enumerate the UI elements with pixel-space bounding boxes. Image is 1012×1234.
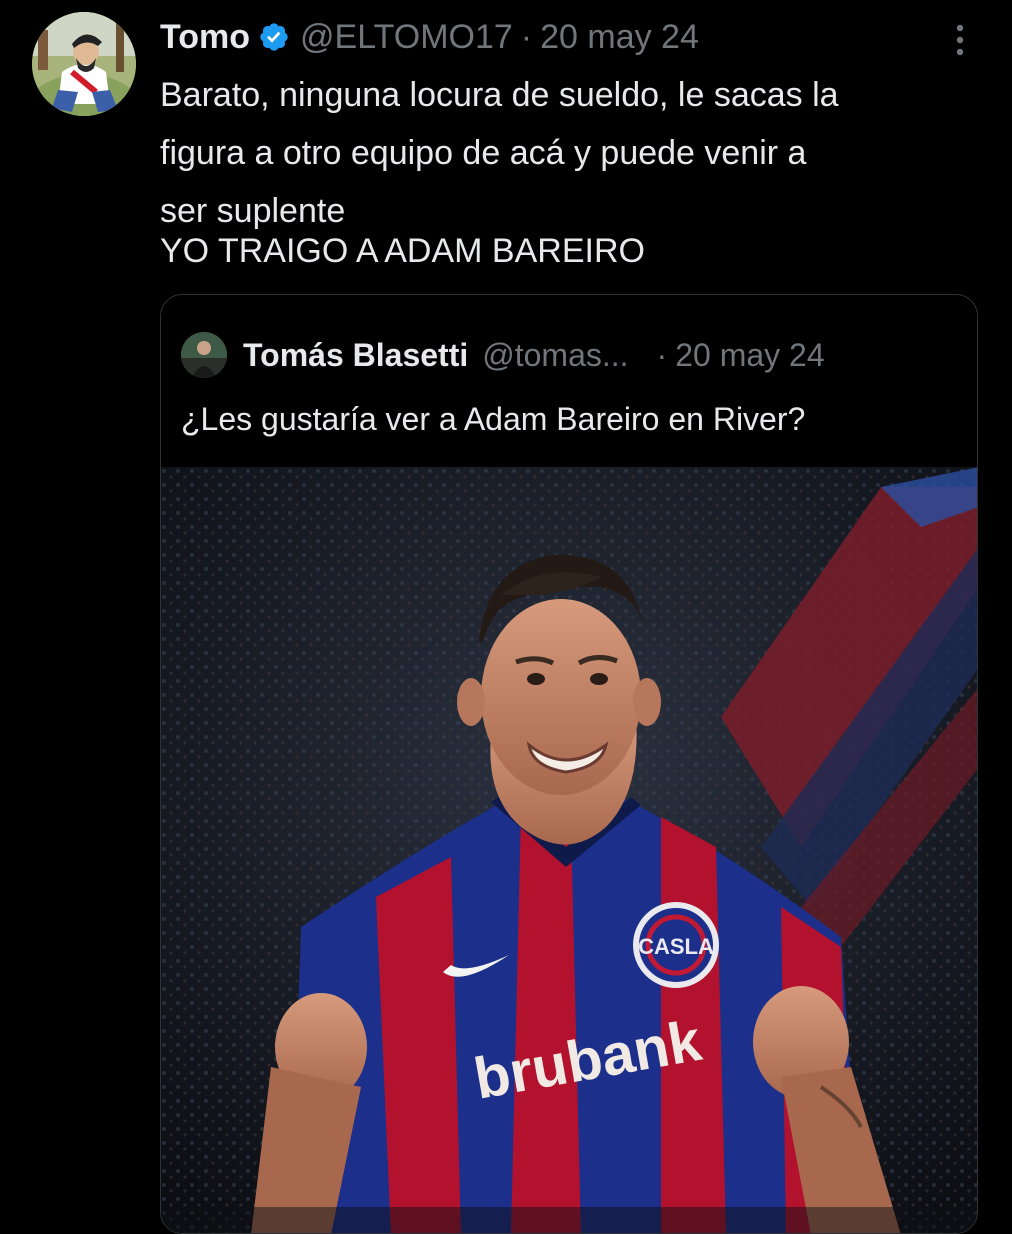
tweet-header: Tomo @ELTOMO17 · 20 may 24 <box>160 14 699 60</box>
quoted-tweet-photo[interactable]: CASLA brubank <box>161 467 977 1233</box>
quoted-tweet-text: ¿Les gustaría ver a Adam Bareiro en Rive… <box>181 401 806 437</box>
quoted-author-avatar[interactable] <box>181 332 227 378</box>
separator-dot: · <box>520 17 533 56</box>
quoted-tweet-header: Tomás Blasetti @tomas... · 20 may 24 <box>181 331 825 379</box>
quoted-tweet[interactable]: Tomás Blasetti @tomas... · 20 may 24 ¿Le… <box>160 294 978 1234</box>
author-avatar[interactable] <box>32 12 136 116</box>
author-name[interactable]: Tomo <box>160 18 250 57</box>
tweet[interactable]: Tomo @ELTOMO17 · 20 may 24 Barato, ningu… <box>0 0 1012 1234</box>
tweet-date[interactable]: 20 may 24 <box>540 18 699 57</box>
quoted-author-name[interactable]: Tomás Blasetti <box>243 337 468 374</box>
verified-badge-icon <box>260 23 288 51</box>
quoted-tweet-date[interactable]: 20 may 24 <box>675 337 824 374</box>
more-options-icon[interactable] <box>946 22 974 58</box>
svg-text:CASLA: CASLA <box>638 934 714 959</box>
author-handle[interactable]: @ELTOMO17 <box>300 18 513 57</box>
quoted-separator-dot: · <box>656 336 668 373</box>
tweet-text-last-line: YO TRAIGO A ADAM BAREIRO <box>160 232 645 270</box>
quoted-author-handle[interactable]: @tomas... <box>482 337 628 374</box>
tweet-text: Barato, ninguna locura de sueldo, le sac… <box>160 76 839 230</box>
